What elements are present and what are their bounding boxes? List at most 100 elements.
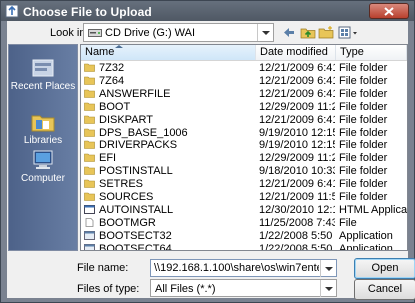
file-type: File folder — [339, 126, 388, 139]
close-button[interactable] — [369, 3, 409, 19]
file-date-modified: 12/29/2009 11:2... — [259, 100, 335, 113]
file-row[interactable]: BOOT 12/29/2009 11:2... File folder — [81, 101, 407, 113]
file-type: File folder — [339, 100, 388, 113]
folder-icon — [84, 128, 95, 137]
file-type: File folder — [339, 74, 388, 87]
application-icon — [84, 243, 95, 250]
file-row[interactable]: ANSWERFILE 12/21/2009 6:41... File folder — [81, 88, 407, 100]
application-icon — [84, 230, 95, 240]
column-header-name[interactable]: Name — [81, 45, 256, 60]
file-row[interactable]: DRIVERPACKS 9/19/2010 12:15... File folder — [81, 139, 407, 151]
places-bar: Recent Places Libraries Computer — [8, 44, 78, 251]
file-name: DRIVERPACKS — [99, 139, 178, 152]
file-date-modified: 9/18/2010 10:33... — [259, 165, 335, 178]
column-header-type[interactable]: Type — [336, 45, 407, 60]
view-menu-icon[interactable] — [338, 24, 360, 41]
file-name: ANSWERFILE — [99, 87, 171, 100]
title-bar[interactable]: Choose File to Upload — [1, 1, 414, 21]
folder-icon — [84, 102, 95, 111]
file-row[interactable]: BOOTMGR 11/25/2008 7:43... File — [81, 217, 407, 229]
file-name: DISKPART — [99, 113, 153, 126]
column-header-row: Name Date modified Type — [81, 45, 407, 61]
folder-icon — [84, 179, 95, 188]
folder-icon — [84, 76, 95, 85]
new-folder-icon[interactable] — [318, 24, 334, 41]
file-row[interactable]: BOOTSECT64 1/22/2008 5:50 PM Application — [81, 242, 407, 251]
file-row[interactable]: BOOTSECT32 1/22/2008 5:50 PM Application — [81, 230, 407, 242]
dialog-title: Choose File to Upload — [23, 5, 152, 19]
place-libraries[interactable]: Libraries — [9, 111, 77, 146]
look-in-dropdown[interactable]: CD Drive (G:) WAI — [83, 23, 274, 42]
file-date-modified: 1/22/2008 5:50 PM — [259, 242, 335, 251]
file-name-input[interactable] — [154, 262, 319, 274]
file-type: File folder — [339, 178, 388, 191]
file-row[interactable]: SOURCES 12/21/2009 11:57... File folder — [81, 191, 407, 203]
chevron-down-icon[interactable] — [257, 24, 273, 41]
cancel-button[interactable]: Cancel — [354, 279, 415, 300]
file-name: BOOTMGR — [99, 216, 156, 229]
file-date-modified: 9/19/2010 12:15... — [259, 126, 335, 139]
file-row[interactable]: 7Z32 12/21/2009 6:41... File folder — [81, 62, 407, 74]
chevron-down-icon[interactable] — [320, 260, 336, 277]
folder-icon — [84, 166, 95, 175]
file-name-label: File name: — [77, 262, 129, 274]
open-button[interactable]: Open — [354, 258, 415, 279]
place-computer[interactable]: Computer — [9, 149, 77, 184]
file-name: BOOT — [99, 100, 131, 113]
place-recent-places[interactable]: Recent Places — [9, 57, 77, 92]
libraries-icon — [31, 115, 55, 132]
file-name: EFI — [99, 152, 117, 165]
file-row[interactable]: POSTINSTALL 9/18/2010 10:33... File folder — [81, 165, 407, 177]
computer-icon — [33, 150, 53, 169]
file-icon — [85, 217, 94, 227]
file-row[interactable]: AUTOINSTALL 12/30/2010 12:15... HTML Appli… — [81, 204, 407, 216]
file-type: File folder — [339, 139, 388, 152]
file-date-modified: 9/19/2010 12:15... — [259, 139, 335, 152]
file-row[interactable]: SETRES 12/21/2009 6:41... File folder — [81, 178, 407, 190]
file-list[interactable]: Name Date modified Type 7Z32 12/21/2009 6… — [80, 44, 408, 251]
html-application-icon — [84, 204, 95, 214]
file-type: File folder — [339, 113, 388, 126]
file-date-modified: 12/21/2009 6:41... — [259, 87, 335, 100]
file-date-modified: 12/21/2009 6:41... — [259, 178, 335, 191]
file-type-label: Files of type: — [77, 283, 140, 295]
file-row[interactable]: 7Z64 12/21/2009 6:41... File folder — [81, 75, 407, 87]
column-header-date[interactable]: Date modified — [256, 45, 336, 60]
file-date-modified: 12/21/2009 6:41... — [259, 74, 335, 87]
sort-arrow-icon — [115, 45, 123, 48]
file-date-modified: 12/21/2009 6:41... — [259, 62, 335, 74]
file-date-modified: 12/21/2009 11:57... — [259, 191, 335, 203]
file-name: SOURCES — [99, 191, 154, 203]
file-type-dropdown[interactable]: All Files (*.*) — [150, 279, 337, 297]
file-row[interactable]: EFI 12/29/2009 11:2... File folder — [81, 152, 407, 164]
file-dialog-window: Choose File to Upload Look in: CD Drive … — [0, 0, 415, 303]
back-arrow-icon[interactable] — [282, 24, 296, 41]
file-type: File folder — [339, 165, 388, 178]
up-folder-icon[interactable] — [300, 24, 316, 41]
file-row[interactable]: DPS_BASE_1006 9/19/2010 12:15... File fold… — [81, 127, 407, 139]
file-date-modified: 11/25/2008 7:43... — [259, 216, 335, 229]
look-in-value: CD Drive (G:) WAI — [105, 27, 196, 39]
file-name: BOOTSECT32 — [99, 229, 172, 242]
folder-icon — [84, 153, 95, 163]
folder-icon — [84, 63, 95, 72]
file-name-combo[interactable] — [150, 259, 337, 277]
file-name: 7Z64 — [99, 74, 125, 87]
file-type: HTML Application — [339, 203, 407, 216]
file-type: File folder — [339, 152, 388, 165]
folder-icon — [84, 115, 95, 124]
file-date-modified: 12/29/2009 11:2... — [259, 152, 335, 165]
folder-icon — [84, 141, 95, 150]
dialog-body: Look in: CD Drive (G:) WAI Recent Places… — [7, 21, 415, 300]
file-date-modified: 12/21/2009 6:41... — [259, 113, 335, 126]
file-row[interactable]: DISKPART 12/21/2009 6:41... File folder — [81, 114, 407, 126]
file-type: File folder — [339, 62, 388, 74]
file-name: BOOTSECT64 — [99, 242, 172, 251]
folder-icon — [84, 192, 95, 201]
chevron-down-icon[interactable] — [320, 280, 336, 297]
recent-places-icon — [32, 59, 54, 77]
file-name: SETRES — [99, 178, 144, 191]
file-type: Application — [339, 242, 393, 251]
cd-drive-icon — [88, 29, 102, 37]
close-icon — [384, 7, 394, 16]
